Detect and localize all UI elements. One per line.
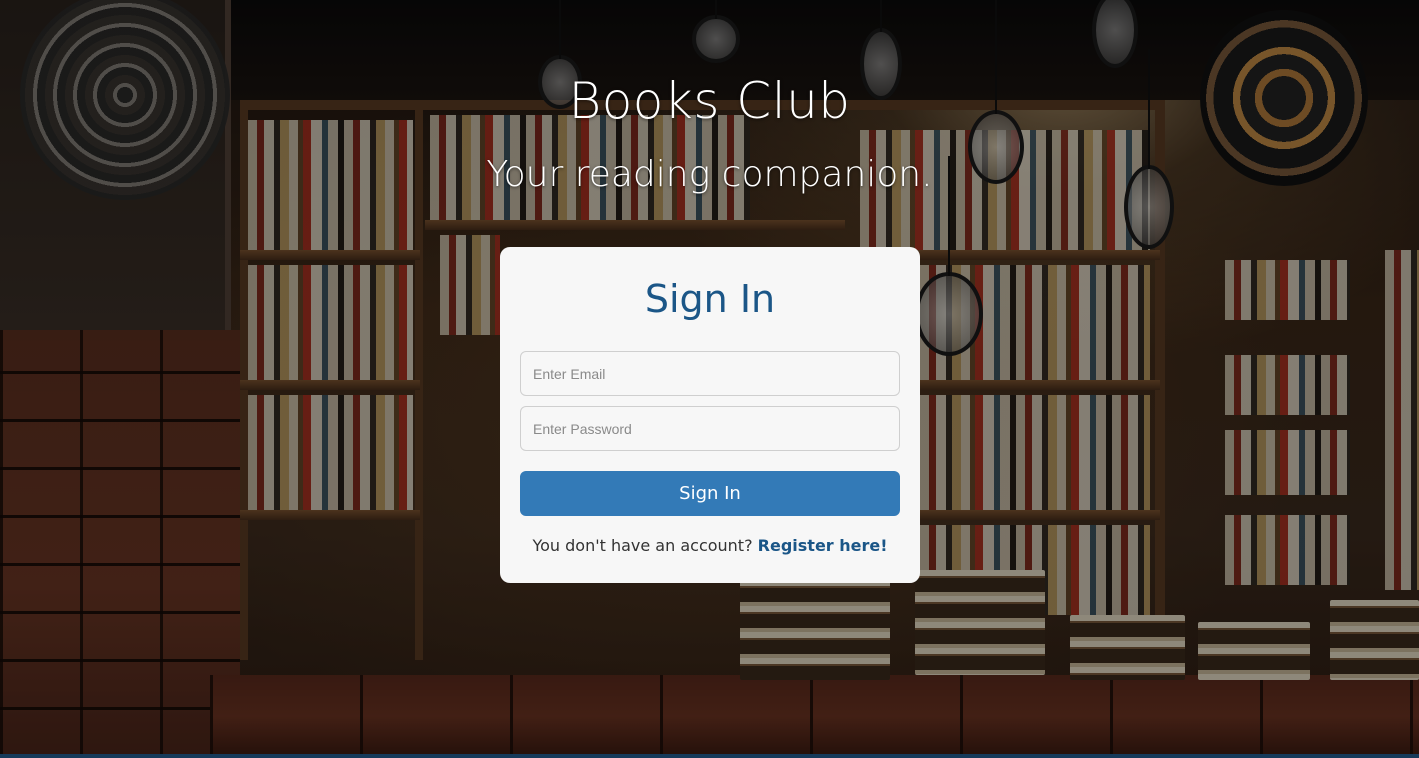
password-input[interactable] bbox=[520, 406, 900, 451]
email-input[interactable] bbox=[520, 351, 900, 396]
signin-button[interactable]: Sign In bbox=[520, 471, 900, 516]
site-tagline: Your reading companion. bbox=[486, 154, 933, 195]
register-link[interactable]: Register here! bbox=[758, 536, 888, 555]
signin-card: Sign In Sign In You don't have an accoun… bbox=[500, 247, 920, 583]
register-prompt-line: You don't have an account? Register here… bbox=[520, 536, 900, 555]
bottom-strip bbox=[0, 754, 1419, 758]
signin-heading: Sign In bbox=[644, 277, 776, 321]
register-prompt-text: You don't have an account? bbox=[532, 536, 753, 555]
site-title: Books Club bbox=[568, 72, 851, 130]
